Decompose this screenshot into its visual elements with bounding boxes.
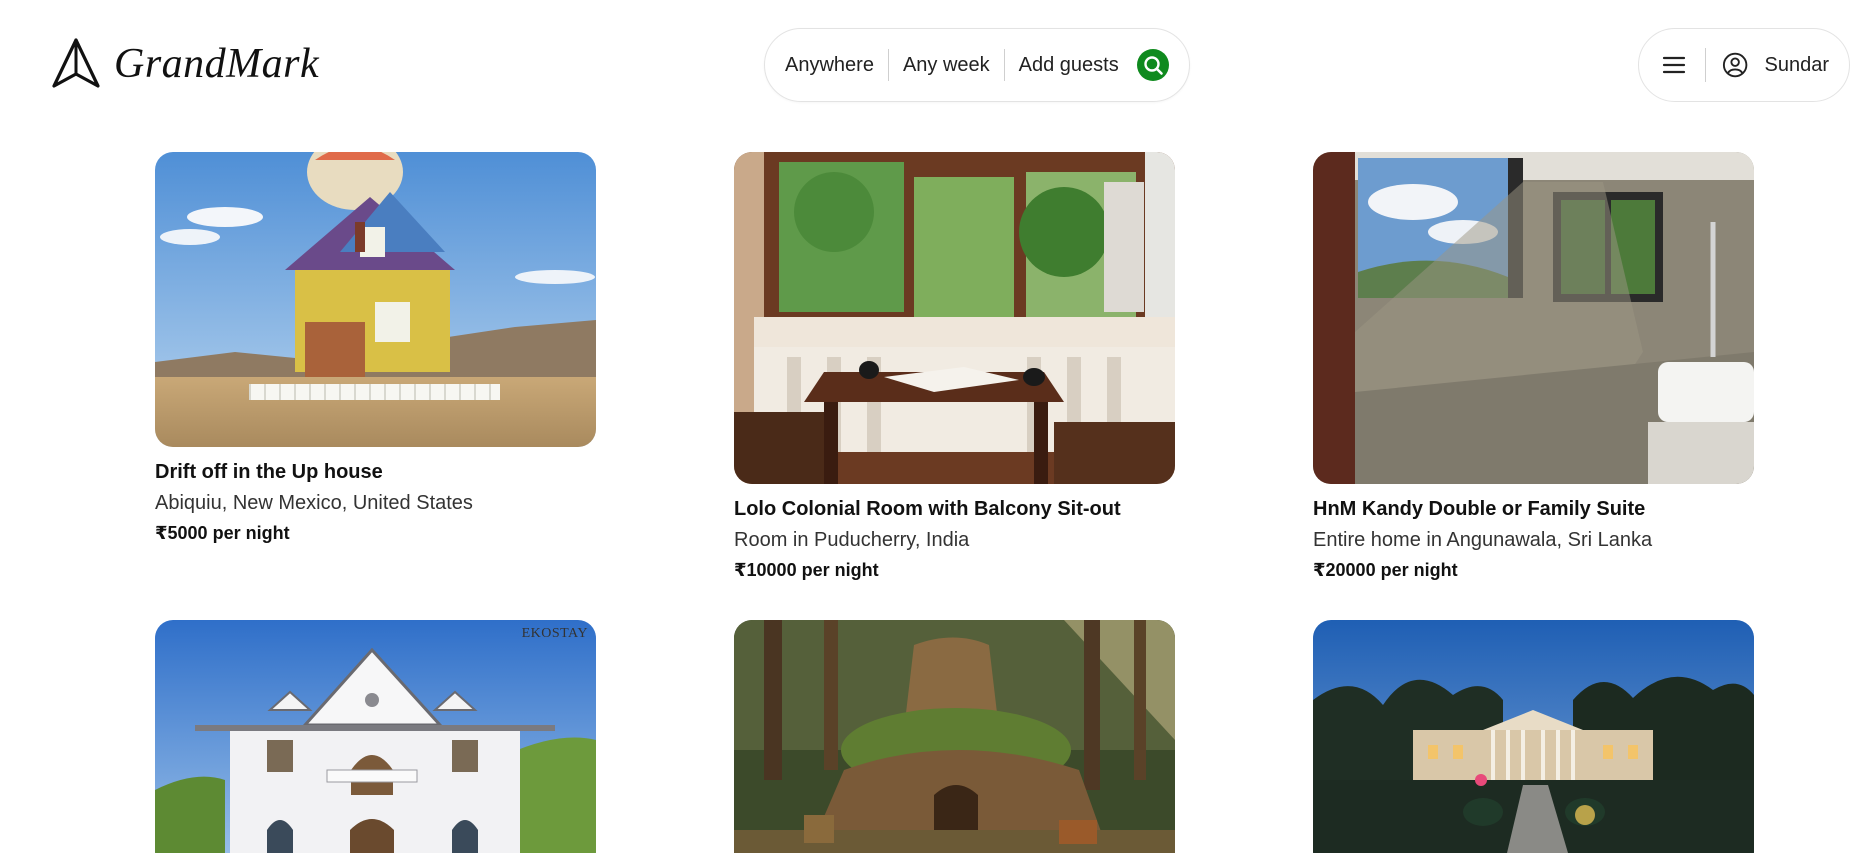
- listing-card[interactable]: EKOSTAY: [155, 620, 596, 853]
- user-menu-divider: [1705, 48, 1707, 82]
- photo-watermark: EKOSTAY: [521, 626, 588, 641]
- listing-card[interactable]: HnM Kandy Double or Family Suite Entire …: [1313, 152, 1754, 581]
- listing-location: Room in Puducherry, India: [734, 529, 970, 551]
- search-icon: [1144, 56, 1163, 75]
- search-button[interactable]: [1136, 49, 1169, 81]
- brand-name: GrandMark: [114, 41, 320, 87]
- listing-title[interactable]: Lolo Colonial Room with Balcony Sit-out: [734, 498, 1175, 521]
- user-menu[interactable]: Sundar: [1638, 28, 1850, 102]
- colonial-room-photo[interactable]: [734, 152, 1175, 484]
- up-house-photo[interactable]: [155, 152, 596, 447]
- top-header: GrandMark Anywhere Any week Add guests S…: [0, 0, 1874, 130]
- shrek-swamp-photo[interactable]: [734, 620, 1175, 853]
- search-location-button[interactable]: Anywhere: [785, 54, 888, 77]
- listing-title[interactable]: Drift off in the Up house: [155, 461, 596, 484]
- suite-bathroom-photo[interactable]: [1313, 152, 1754, 484]
- search-dates-button[interactable]: Any week: [889, 54, 1004, 77]
- listing-title[interactable]: HnM Kandy Double or Family Suite: [1313, 498, 1754, 521]
- listing-card[interactable]: [1313, 620, 1754, 853]
- listing-price: ₹10000 per night: [734, 560, 879, 580]
- search-bar[interactable]: Anywhere Any week Add guests: [764, 28, 1190, 102]
- listing-location: Abiquiu, New Mexico, United States: [155, 492, 473, 514]
- hamburger-icon[interactable]: [1661, 51, 1687, 79]
- listing-price: ₹20000 per night: [1313, 560, 1458, 580]
- search-guests-button[interactable]: Add guests: [1005, 54, 1133, 77]
- listing-card[interactable]: [734, 620, 1175, 853]
- listing-card[interactable]: Drift off in the Up house Abiquiu, New M…: [155, 152, 596, 544]
- mansion-night-photo[interactable]: [1313, 620, 1754, 853]
- brand-logo[interactable]: GrandMark: [50, 36, 319, 92]
- listing-location: Entire home in Angunawala, Sri Lanka: [1313, 529, 1653, 551]
- listing-card[interactable]: Lolo Colonial Room with Balcony Sit-out …: [734, 152, 1175, 581]
- listing-price: ₹5000 per night: [155, 523, 290, 543]
- tent-logo-icon: [52, 38, 100, 88]
- user-circle-icon[interactable]: [1722, 51, 1748, 79]
- white-villa-photo[interactable]: EKOSTAY: [155, 620, 596, 853]
- user-name[interactable]: Sundar: [1765, 54, 1830, 77]
